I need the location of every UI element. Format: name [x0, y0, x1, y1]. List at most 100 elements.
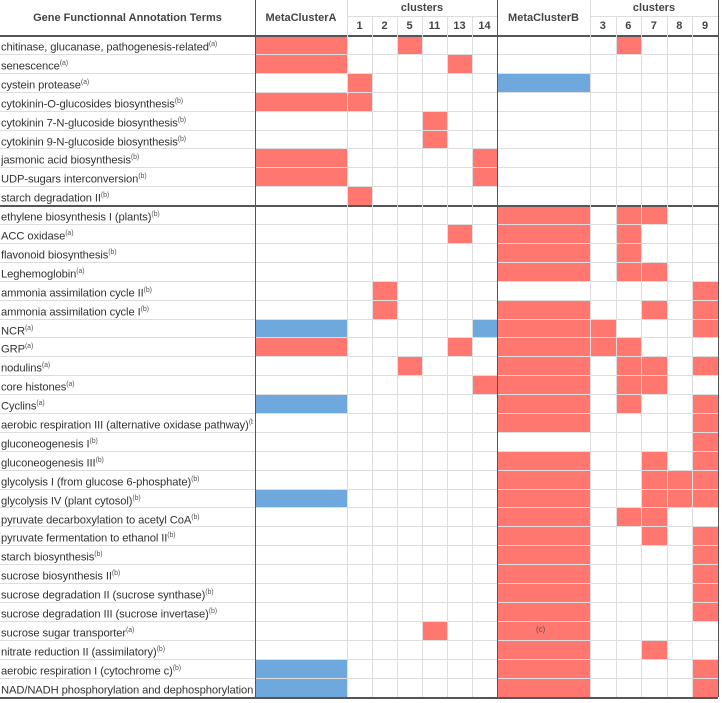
heatmap-cell-red	[347, 72, 373, 93]
column-divider	[347, 0, 348, 697]
term-footnote: (b)	[89, 437, 98, 445]
heatmap-cell-red	[692, 545, 719, 565]
term-label: senescence(a)	[1, 54, 253, 73]
term-label: starch degradation II(b)	[1, 186, 253, 205]
row-divider	[0, 413, 718, 414]
term-label: Cyclins(a)	[1, 394, 253, 413]
heatmap-cell-red	[397, 35, 423, 55]
heatmap-cell-red	[497, 526, 591, 546]
term-label: nodulins(a)	[1, 356, 253, 375]
heatmap-cell-red	[615, 337, 642, 357]
term-footnote: (b)	[174, 97, 183, 105]
cluster-number-header: 6	[625, 20, 632, 32]
metacluster-a-header: MetaClusterA	[265, 11, 337, 24]
metacluster-b-header: MetaClusterB	[508, 11, 579, 24]
row-divider	[0, 319, 718, 320]
heatmap-cell-red	[641, 375, 667, 395]
term-label: core histones(a)	[1, 375, 253, 394]
heatmap-cell-red	[397, 356, 423, 376]
heatmap-cell-red	[615, 205, 642, 225]
heatmap-cell-red	[692, 450, 719, 471]
heatmap-cell-red	[422, 129, 448, 149]
heatmap-cell-red	[692, 394, 719, 414]
heatmap-cell-red	[641, 356, 667, 376]
heatmap-cell-red	[497, 261, 591, 282]
heatmap-cell-red	[497, 337, 591, 357]
term-label: ammonia assimilation cycle I(b)	[1, 300, 253, 319]
term-text: Leghemoglobin	[1, 268, 77, 281]
term-label: Leghemoglobin(a)	[1, 262, 253, 281]
heatmap-cell-red	[641, 507, 667, 527]
term-text: glycolysis IV (plant cytosol)	[1, 495, 133, 508]
heatmap-cell-red	[422, 620, 448, 641]
heatmap-cell-red	[372, 299, 398, 319]
term-text: sucrose degradation II (sucrose synthase…	[1, 589, 206, 602]
term-label: gluconeogenesis I(b)	[1, 432, 253, 451]
term-footnote: (b)	[151, 211, 160, 219]
row-divider	[0, 432, 718, 433]
term-footnote: (b)	[94, 551, 103, 559]
row-divider	[0, 507, 718, 508]
term-footnote: (a)	[65, 230, 74, 237]
term-text: nitrate reduction II (assimilatory)	[1, 646, 157, 659]
cluster-number-header: 9	[701, 20, 709, 32]
heatmap-cell-red	[641, 469, 667, 490]
term-label: ethylene biosynthesis I (plants)(b)	[1, 205, 253, 224]
term-label: pyruvate decarboxylation to acetyl CoA(b…	[1, 508, 253, 527]
heatmap-cell-red	[590, 318, 616, 338]
column-divider	[447, 17, 448, 697]
row-divider	[0, 130, 718, 131]
term-footnote: (b)	[95, 456, 104, 464]
term-text: nodulins	[1, 363, 42, 376]
term-text: pyruvate fermentation to ethanol II	[1, 533, 168, 546]
term-footnote: (b)	[177, 116, 186, 124]
term-label: ACC oxidase(a)	[1, 224, 253, 243]
heatmap-cell-red	[497, 583, 591, 603]
term-text: ethylene biosynthesis I (plants)	[1, 211, 152, 224]
heatmap-cell-red	[347, 186, 373, 206]
term-label: jasmonic acid biosynthesis(b)	[1, 148, 253, 167]
term-label: chitinase, glucanase, pathogenesis-relat…	[1, 35, 253, 54]
heatmap-cell-red	[497, 394, 591, 414]
heatmap-cell-red	[615, 356, 642, 376]
heatmap-cell-red	[615, 394, 642, 414]
row-divider	[0, 564, 718, 565]
row-divider	[0, 92, 718, 93]
heatmap-cell-red	[497, 564, 591, 584]
term-footnote: (b)	[111, 570, 121, 578]
row-divider	[0, 678, 718, 679]
cluster-number-header: 5	[406, 20, 413, 32]
term-text: NCR	[1, 325, 25, 338]
heatmap-cell-red	[692, 356, 719, 376]
term-footnote: (b)	[140, 305, 149, 313]
cluster-number-header: 11	[428, 20, 441, 32]
row-divider	[0, 224, 718, 225]
term-footnote: (b)	[177, 135, 186, 143]
term-text: senescence	[1, 60, 60, 73]
heatmap-cell-red	[641, 488, 667, 508]
column-divider	[692, 17, 693, 697]
term-footnote: (b)	[156, 645, 165, 653]
cluster-number-header: 13	[453, 20, 466, 32]
term-footnote: (b)	[132, 494, 141, 502]
row-divider	[0, 111, 718, 112]
term-footnote: (a)	[24, 324, 34, 332]
heatmap-cell-red	[692, 431, 719, 452]
heatmap-cell-red	[447, 224, 473, 244]
term-label: glycolysis I (from glucose 6-phosphate)(…	[1, 470, 253, 489]
term-text: NAD/NADH phosphorylation and dephosphory…	[1, 684, 253, 697]
column-divider	[590, 0, 591, 697]
row-divider	[0, 659, 718, 660]
column-divider	[615, 17, 617, 697]
heatmap-cell-red	[641, 299, 667, 319]
heatmap-cell-red	[497, 299, 591, 319]
row-divider	[0, 375, 718, 376]
heatmap-cell-red	[641, 450, 667, 471]
heatmap-cell-red	[692, 469, 719, 490]
row-divider	[0, 300, 718, 301]
row-divider	[0, 186, 718, 187]
column-divider	[718, 0, 719, 697]
annotation-label: (c)	[536, 624, 546, 634]
term-footnote: (a)	[208, 41, 218, 48]
term-footnote: (b)	[130, 154, 140, 162]
